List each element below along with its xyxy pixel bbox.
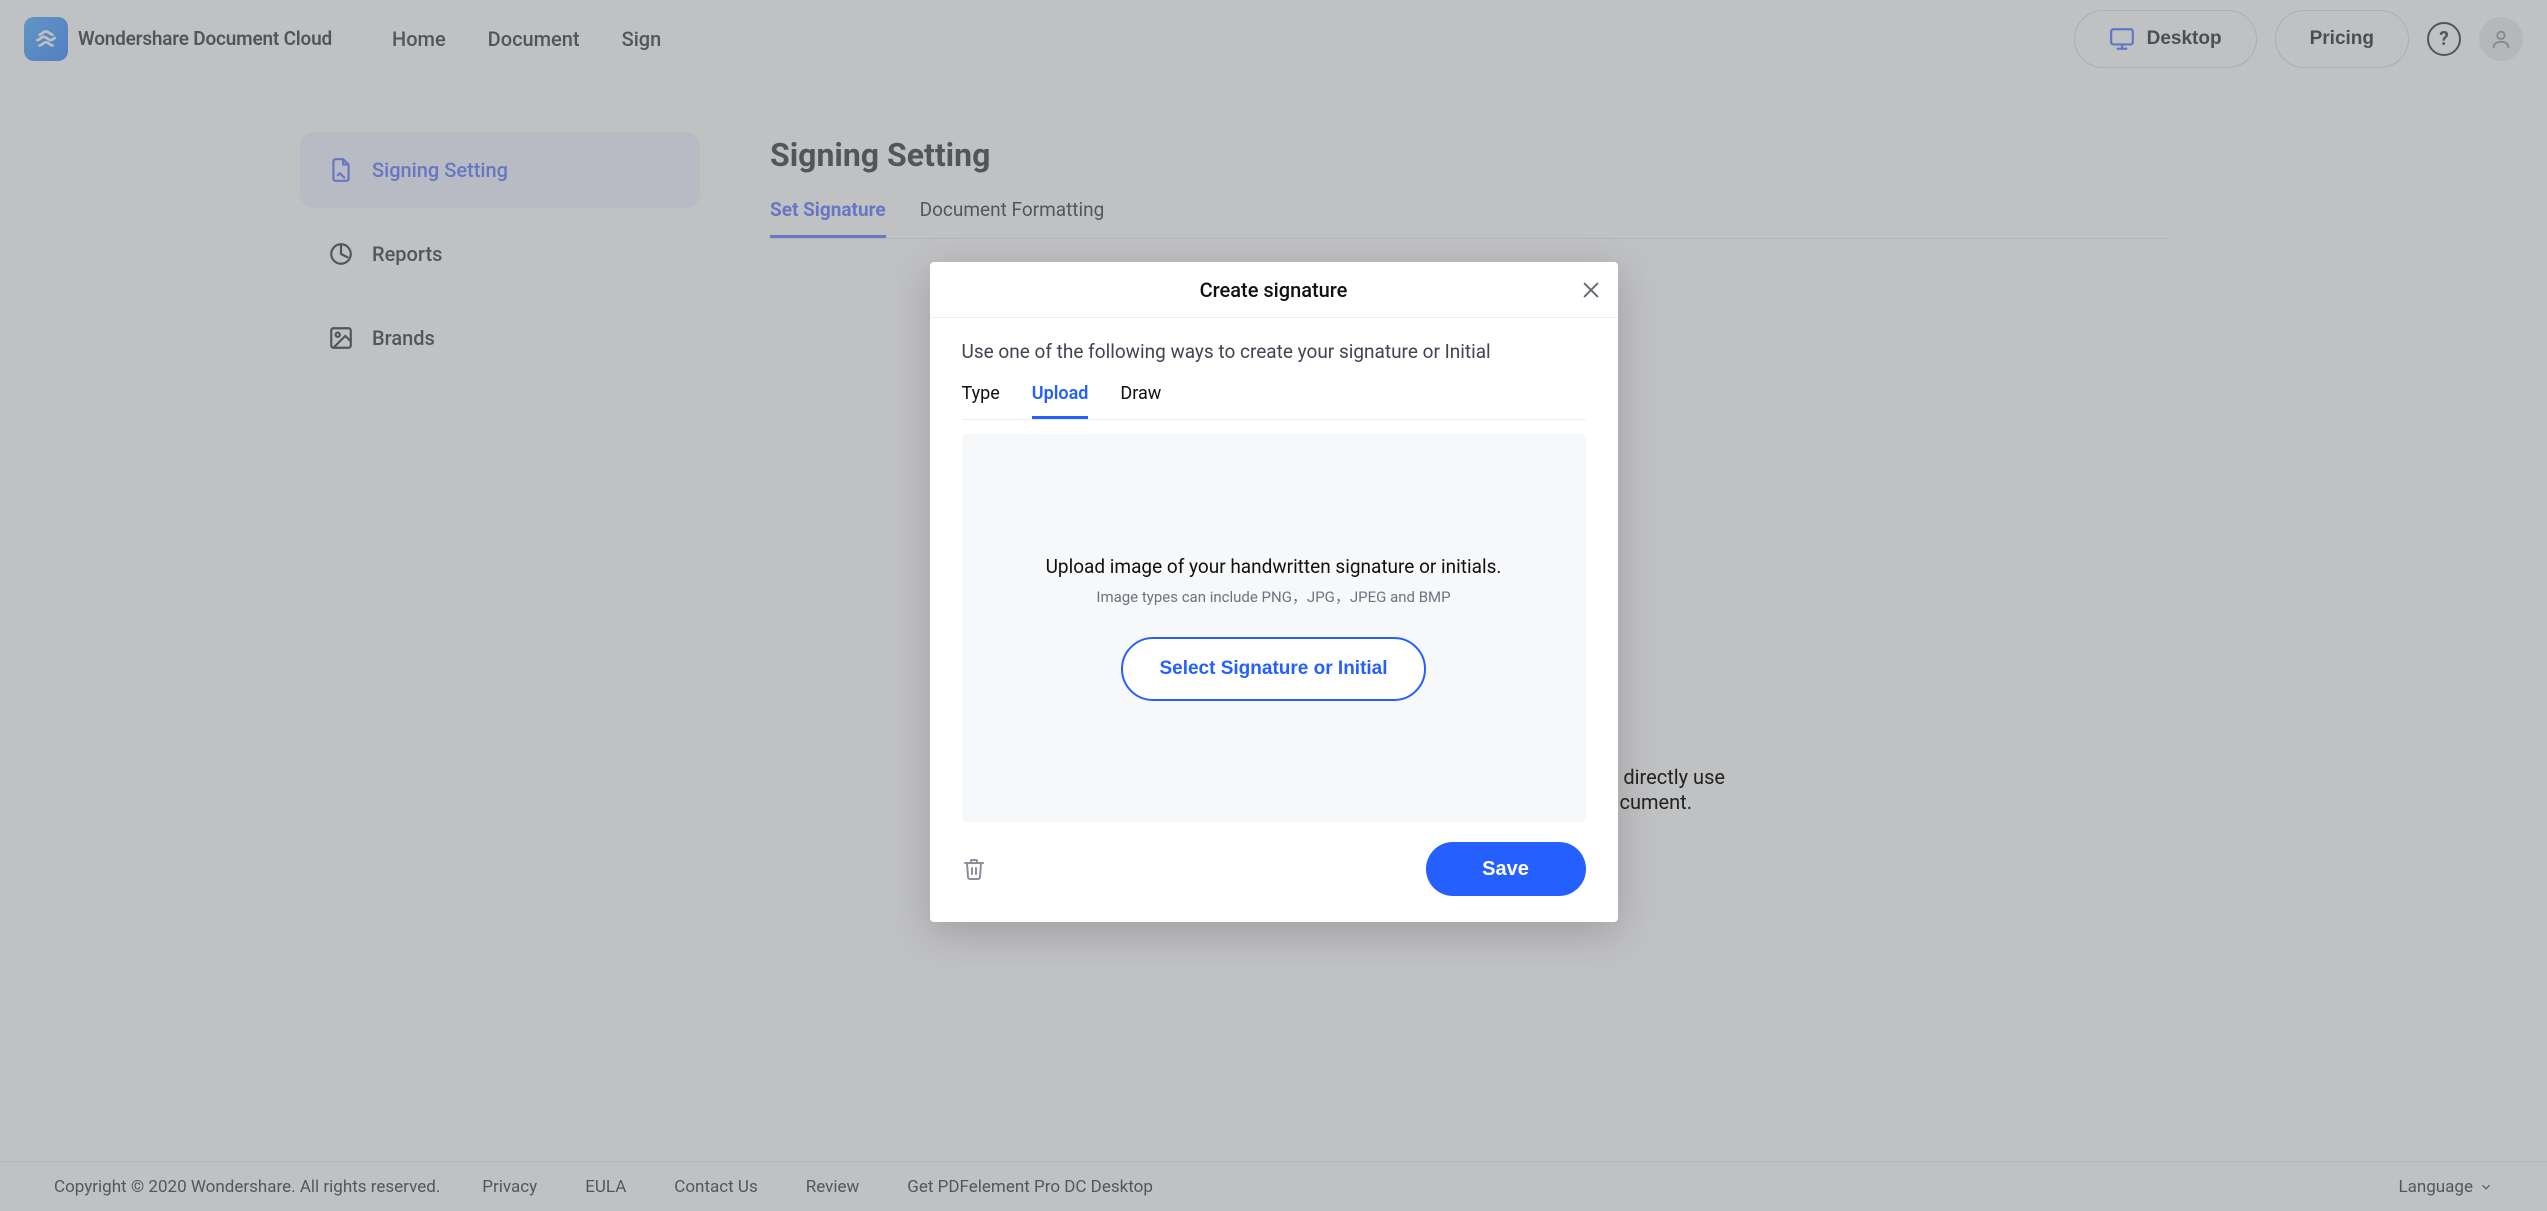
modal-tabs: Type Upload Draw	[962, 383, 1586, 420]
create-signature-modal: Create signature Use one of the followin…	[930, 262, 1618, 922]
upload-file-types: Image types can include PNG，JPG，JPEG and…	[1096, 586, 1450, 607]
background-text-fragment: cument.	[1620, 788, 1693, 816]
modal-close-button[interactable]	[1580, 279, 1602, 301]
select-signature-button[interactable]: Select Signature or Initial	[1121, 637, 1425, 701]
background-text-fragment: directly use	[1623, 763, 1725, 791]
modal-header: Create signature	[930, 262, 1618, 318]
delete-signature-button[interactable]	[962, 857, 986, 881]
modal-tab-upload[interactable]: Upload	[1032, 383, 1089, 419]
trash-icon	[962, 857, 986, 881]
modal-tab-draw[interactable]: Draw	[1120, 383, 1161, 419]
modal-footer: Save	[962, 842, 1586, 896]
save-button[interactable]: Save	[1426, 842, 1586, 896]
upload-zone[interactable]: Upload image of your handwritten signatu…	[962, 434, 1586, 822]
modal-tab-type[interactable]: Type	[962, 383, 1000, 419]
modal-overlay[interactable]: directly use cument. Create signature Us…	[0, 0, 2547, 1211]
modal-title: Create signature	[1200, 278, 1348, 302]
select-signature-button-label: Select Signature or Initial	[1159, 658, 1387, 679]
upload-instruction: Upload image of your handwritten signatu…	[1046, 555, 1502, 578]
modal-subtitle: Use one of the following ways to create …	[962, 340, 1586, 363]
close-icon	[1580, 279, 1602, 301]
save-button-label: Save	[1482, 858, 1529, 880]
modal-body: Use one of the following ways to create …	[930, 318, 1618, 922]
